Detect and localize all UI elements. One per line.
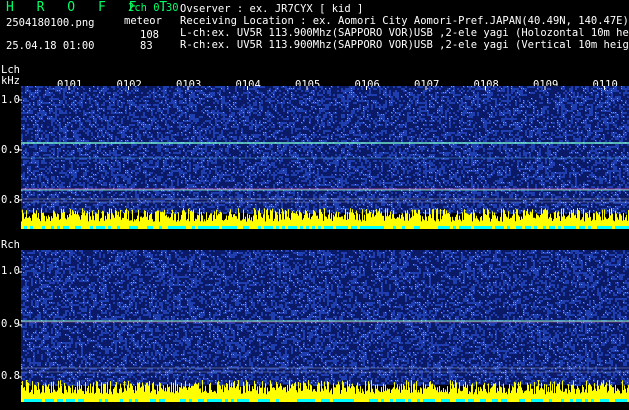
spectrogram [18, 86, 629, 402]
